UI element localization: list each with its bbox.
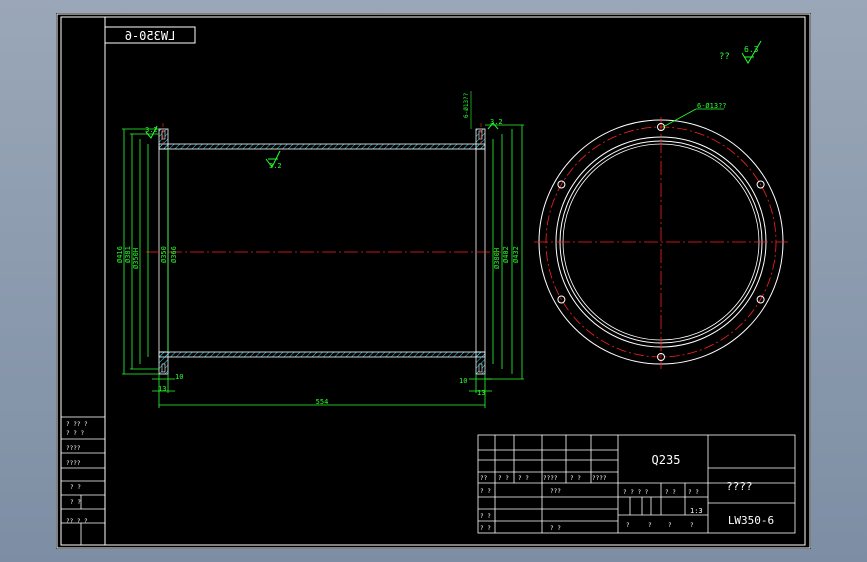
svg-text:? ?: ? ?	[550, 525, 561, 532]
roughness-value-mid: 3.2	[269, 162, 282, 170]
svg-text:? ?: ? ?	[665, 489, 676, 496]
svg-text:? ?: ? ?	[688, 489, 699, 496]
svg-text:Ø350: Ø350	[160, 246, 168, 263]
flange-thickness-left: 10	[175, 373, 183, 381]
svg-text:????: ????	[66, 460, 81, 467]
roughness-value-general: 6.3	[744, 45, 759, 54]
hole-callout-small: 6-Ø13??	[463, 92, 470, 118]
svg-text:?: ?	[690, 522, 694, 529]
top-wall-hatch	[158, 143, 486, 150]
svg-text:? ?? ?: ? ?? ?	[66, 421, 88, 428]
svg-text:????: ????	[543, 475, 558, 482]
overall-length: 554	[316, 398, 329, 406]
scale-text: 1:3	[690, 507, 703, 515]
roughness-value-right: 3.2	[490, 118, 503, 126]
svg-text:?: ?	[648, 522, 652, 529]
svg-text:???: ???	[550, 488, 561, 495]
right-diameter-labels: Ø380H Ø402 Ø432	[493, 246, 520, 269]
svg-text:? ? ?: ? ? ?	[66, 430, 84, 437]
title-block-text: Q235 ???? LW350-6 1:3 ?? ? ? ? ? ???? ? …	[480, 453, 774, 532]
svg-text:? ?: ? ?	[570, 475, 581, 482]
material-text: Q235	[652, 453, 681, 467]
right-flange-hole-bottom	[478, 363, 483, 373]
offset-right: 13	[477, 389, 485, 397]
svg-text:? ?: ? ?	[498, 475, 509, 482]
svg-text:????: ????	[66, 445, 81, 452]
svg-text:Ø402: Ø402	[502, 246, 510, 263]
hole-callout-leader	[662, 108, 697, 128]
svg-text:Ø350H: Ø350H	[132, 248, 140, 269]
drawing-sheet: LW350-6 ?? 6.3 Ø416 Ø381 Ø350H Ø350 Ø366…	[56, 13, 811, 549]
svg-text:?: ?	[668, 522, 672, 529]
bottom-wall-hatch	[158, 351, 486, 358]
hole-callout: 6-Ø13??	[697, 102, 727, 110]
inner-frame	[60, 16, 806, 546]
flange-view: 6-Ø13??	[534, 102, 788, 369]
svg-text:Ø366: Ø366	[170, 246, 178, 263]
svg-text:? ?: ? ?	[70, 484, 81, 491]
svg-text:? ?: ? ?	[480, 488, 491, 495]
svg-text:? ?: ? ?	[70, 499, 81, 506]
svg-text:????: ????	[592, 475, 607, 482]
offset-left: 13	[158, 385, 166, 393]
svg-text:??: ??	[480, 475, 488, 482]
left-flange-hole-top	[161, 130, 166, 140]
svg-text:? ?: ? ?	[518, 475, 529, 482]
part-name-text: ????	[726, 480, 753, 493]
left-flange-hole-bottom	[161, 363, 166, 373]
svg-text:?: ?	[626, 522, 630, 529]
roughness-note: ??	[719, 52, 730, 62]
right-flange-hole-top	[478, 130, 483, 140]
section-view	[146, 123, 501, 375]
top-code-text: LW350-6	[125, 29, 176, 43]
svg-text:Ø381: Ø381	[124, 246, 132, 263]
svg-text:?? ? ?: ?? ? ?	[66, 518, 88, 525]
svg-text:? ? ? ?: ? ? ? ?	[623, 489, 649, 496]
svg-text:? ?: ? ?	[480, 513, 491, 520]
drawing-code-text: LW350-6	[728, 514, 774, 527]
svg-text:Ø432: Ø432	[512, 246, 520, 263]
svg-text:Ø380H: Ø380H	[493, 248, 501, 269]
flange-thickness-right: 10	[459, 377, 467, 385]
roughness-value-left: 3.2	[145, 126, 158, 134]
svg-text:Ø416: Ø416	[116, 246, 124, 263]
svg-text:? ?: ? ?	[480, 525, 491, 532]
cad-canvas: LW350-6 ?? 6.3 Ø416 Ø381 Ø350H Ø350 Ø366…	[56, 13, 811, 549]
left-diameter-labels: Ø416 Ø381 Ø350H Ø350 Ø366	[116, 246, 178, 269]
outer-frame	[56, 13, 811, 549]
